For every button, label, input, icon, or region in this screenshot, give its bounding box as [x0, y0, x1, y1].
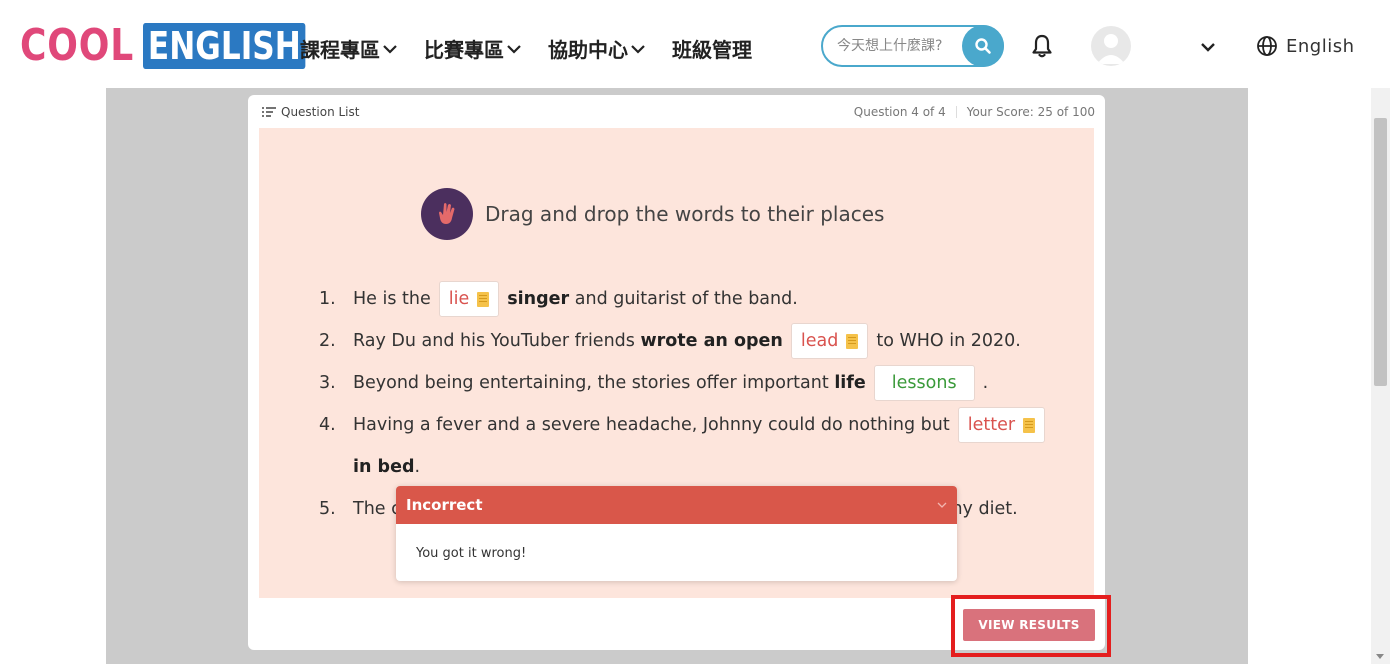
item-text: He is the	[353, 289, 431, 309]
item-text: .	[982, 373, 989, 393]
item-bold-text: wrote an open	[640, 331, 783, 351]
user-icon	[1097, 34, 1125, 64]
item-bold-text: life	[834, 373, 866, 393]
scrollbar-thumb[interactable]	[1374, 118, 1387, 386]
main-nav: 課程專區 比賽專區 協助中心 班級管理	[300, 34, 752, 63]
answer-chip-incorrect[interactable]: lie	[438, 281, 500, 317]
note-icon	[1023, 417, 1036, 433]
question-instruction: Drag and drop the words to their places	[421, 188, 884, 240]
chevron-down-icon	[507, 44, 521, 54]
cool-english-logo[interactable]: COOL ENGLISH	[20, 22, 342, 70]
item-bold-text: singer	[507, 289, 570, 309]
item-text: Beyond being entertaining, the stories o…	[353, 373, 829, 393]
page-scrollbar[interactable]	[1371, 88, 1390, 664]
item-number: 4.	[319, 415, 336, 435]
instruction-text: Drag and drop the words to their places	[485, 202, 885, 226]
chip-label: lie	[448, 289, 470, 309]
logo-cool-text: COOL	[20, 20, 135, 71]
chip-label: letter	[967, 415, 1016, 435]
question-list-label: Question List	[281, 105, 360, 119]
question-progress: Question 4 of 4	[853, 105, 946, 119]
chevron-down-icon	[631, 44, 645, 54]
feedback-title: Incorrect	[406, 496, 483, 514]
search-icon	[975, 38, 991, 54]
hand-drag-icon	[421, 188, 473, 240]
avatar[interactable]	[1091, 26, 1131, 66]
bell-icon[interactable]	[1030, 33, 1054, 59]
question-item-4: 4. Having a fever and a severe headache,…	[319, 404, 1053, 446]
item-text: .	[414, 457, 421, 477]
quiz-status-bar: Question List Question 4 of 4 Your Score…	[262, 103, 1095, 121]
item-number: 1.	[319, 289, 336, 309]
item-text: Having a fever and a severe headache, Jo…	[353, 415, 950, 435]
search-button[interactable]	[962, 25, 1004, 67]
chip-label: lead	[800, 331, 839, 351]
language-label: English	[1286, 35, 1355, 57]
question-item-4-continued: in bed.	[319, 446, 1053, 488]
globe-icon	[1257, 36, 1277, 56]
nav-contests-label: 比賽專區	[424, 38, 504, 62]
answer-chip-correct[interactable]: lessons	[873, 365, 975, 401]
nav-courses[interactable]: 課程專區	[300, 34, 398, 63]
score-display: Your Score: 25 of 100	[966, 105, 1095, 119]
feedback-header[interactable]: Incorrect	[396, 486, 957, 524]
feedback-message: You got it wrong!	[416, 546, 527, 561]
item-bold-text: in bed	[353, 457, 415, 477]
question-item-2: 2. Ray Du and his YouTuber friends wrote…	[319, 320, 1053, 362]
nav-contests[interactable]: 比賽專區	[424, 34, 522, 63]
item-text: and guitarist of the band.	[574, 289, 798, 309]
note-icon	[846, 333, 859, 349]
feedback-popup: Incorrect You got it wrong!	[396, 486, 957, 581]
divider	[955, 106, 957, 118]
item-number: 5.	[319, 499, 336, 519]
chevron-down-icon[interactable]	[1199, 38, 1217, 56]
nav-courses-label: 課程專區	[300, 38, 380, 62]
nav-help[interactable]: 協助中心	[548, 34, 646, 63]
question-item-3: 3. Beyond being entertaining, the storie…	[319, 362, 1053, 404]
scroll-down-arrow-icon[interactable]	[1376, 654, 1384, 659]
language-switcher[interactable]: English	[1256, 35, 1355, 57]
quiz-progress: Question 4 of 4 Your Score: 25 of 100	[854, 105, 1095, 119]
nav-class-management[interactable]: 班級管理	[672, 34, 752, 63]
item-number: 2.	[319, 331, 336, 351]
note-icon	[477, 291, 490, 307]
chip-label: lessons	[891, 373, 957, 393]
annotation-highlight-box	[951, 595, 1111, 657]
search-box	[821, 25, 1004, 67]
answer-chip-incorrect[interactable]: lead	[790, 323, 869, 359]
search-input[interactable]	[837, 38, 957, 54]
item-text: The c	[353, 499, 401, 519]
logo-english-text: ENGLISH	[143, 23, 306, 69]
nav-help-label: 協助中心	[548, 38, 628, 62]
item-text: Ray Du and his YouTuber friends	[353, 331, 635, 351]
chevron-down-icon[interactable]	[937, 501, 947, 509]
question-list-button[interactable]: Question List	[262, 105, 359, 119]
top-header: COOL ENGLISH 課程專區 比賽專區 協助中心 班級管理 今天想上什麼課…	[0, 0, 1390, 88]
answer-chip-incorrect[interactable]: letter	[957, 407, 1046, 443]
chevron-down-icon	[383, 44, 397, 54]
nav-class-management-label: 班級管理	[672, 38, 752, 62]
item-text: to WHO in 2020.	[876, 331, 1021, 351]
question-item-1: 1. He is the lie singer and guitarist of…	[319, 278, 1053, 320]
item-number: 3.	[319, 373, 336, 393]
list-icon	[262, 107, 276, 117]
